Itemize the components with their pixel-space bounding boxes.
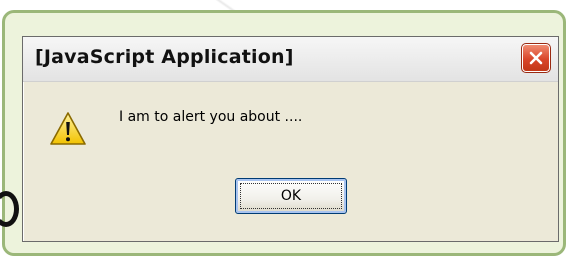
ok-button[interactable]: OK: [235, 178, 347, 214]
bullet-mark: [0, 191, 19, 227]
dialog-title: [JavaScript Application]: [35, 46, 294, 68]
alert-dialog: [JavaScript Application] I am to alert y…: [22, 36, 559, 242]
close-icon: [529, 51, 543, 65]
alert-message: I am to alert you about ....: [119, 109, 303, 125]
dialog-titlebar[interactable]: [JavaScript Application]: [23, 37, 558, 82]
close-button[interactable]: [521, 43, 551, 73]
ok-button-label: OK: [280, 188, 302, 204]
warning-icon: [50, 112, 86, 145]
